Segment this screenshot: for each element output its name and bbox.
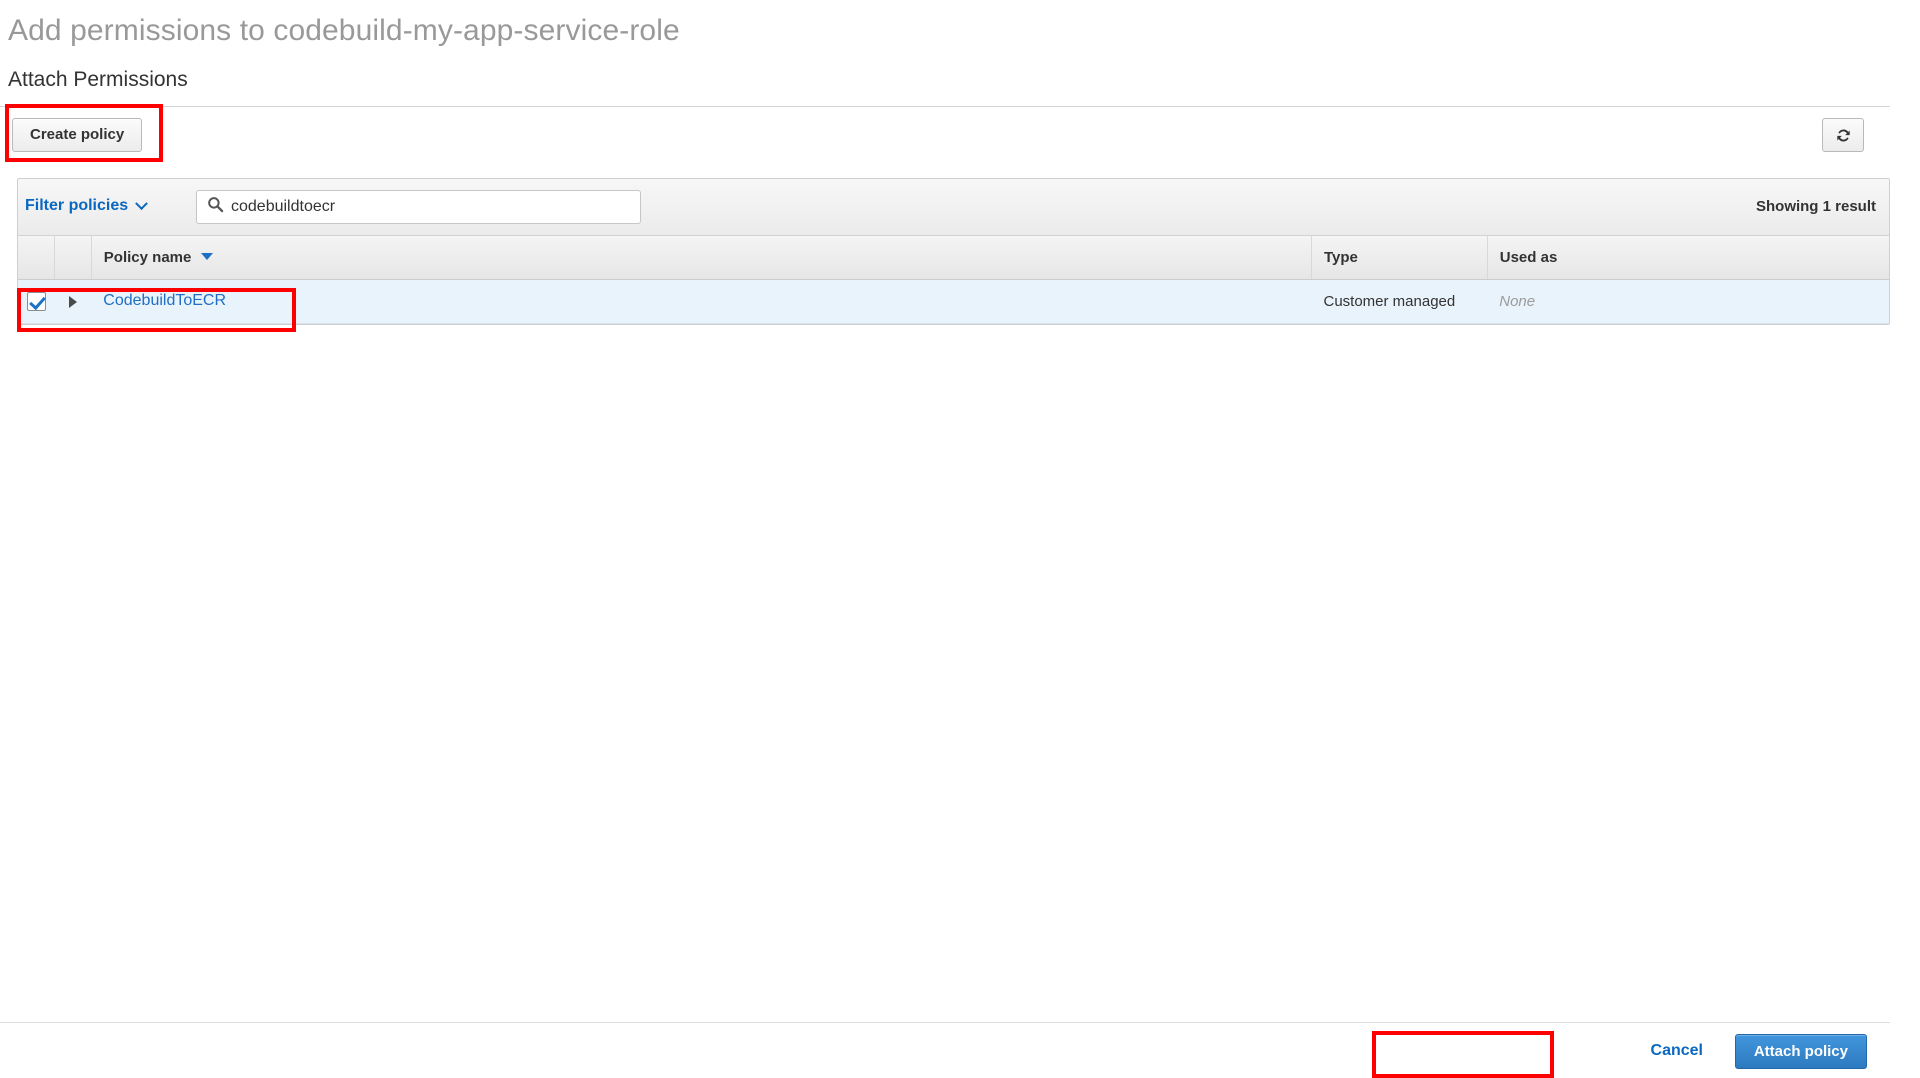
- chevron-down-icon: [135, 196, 149, 210]
- policies-panel: Filter policies Showing 1 result: [17, 178, 1890, 325]
- section-title: Attach Permissions: [8, 68, 188, 91]
- used-as-value: None: [1499, 292, 1536, 310]
- search-box[interactable]: [196, 190, 641, 224]
- column-header-used-as[interactable]: Used as: [1487, 236, 1889, 280]
- row-policy-name-cell: CodebuildToECR: [91, 279, 1312, 324]
- filter-policies-dropdown[interactable]: Filter policies: [25, 196, 149, 215]
- refresh-button[interactable]: [1822, 118, 1864, 152]
- filter-bar: Filter policies Showing 1 result: [18, 179, 1889, 236]
- row-checkbox-checked-icon[interactable]: [26, 291, 46, 311]
- policy-name-link[interactable]: CodebuildToECR: [103, 292, 226, 309]
- column-header-policy-name-label: Policy name: [103, 248, 192, 266]
- footer: Cancel Attach policy: [0, 1022, 1890, 1078]
- filter-policies-label: Filter policies: [25, 197, 129, 214]
- column-header-type[interactable]: Type: [1311, 236, 1488, 280]
- attach-policy-button[interactable]: Attach policy: [1734, 1034, 1867, 1069]
- search-input[interactable]: [231, 191, 640, 223]
- row-type-cell: Customer managed: [1311, 279, 1488, 324]
- table-row[interactable]: CodebuildToECR Customer managed None: [18, 279, 1889, 324]
- policies-table: Policy name Type Used as CodebuildToECR: [18, 236, 1889, 324]
- sort-descending-caret-icon: [201, 252, 214, 260]
- column-header-policy-name[interactable]: Policy name: [91, 236, 1313, 280]
- search-icon: [207, 196, 224, 218]
- page-title: Add permissions to codebuild-my-app-serv…: [8, 14, 680, 47]
- create-policy-button[interactable]: Create policy: [12, 118, 143, 152]
- cancel-button[interactable]: Cancel: [1651, 1042, 1703, 1060]
- row-used-as-cell: None: [1487, 279, 1889, 324]
- result-count: Showing 1 result: [1755, 198, 1876, 215]
- table-header: Policy name Type Used as: [18, 236, 1889, 280]
- table-body: CodebuildToECR Customer managed None: [18, 279, 1889, 324]
- table-header-row: Policy name Type Used as: [18, 236, 1889, 280]
- column-header-expand: [54, 236, 92, 280]
- attach-permissions-page: Add permissions to codebuild-my-app-serv…: [0, 0, 1920, 1078]
- expand-right-caret-icon[interactable]: [68, 295, 77, 308]
- column-header-select[interactable]: [18, 236, 55, 280]
- refresh-icon: [1834, 126, 1853, 145]
- row-expand-cell[interactable]: [54, 279, 92, 324]
- toolbar: Create policy: [0, 106, 1890, 162]
- row-select-cell[interactable]: [18, 279, 55, 324]
